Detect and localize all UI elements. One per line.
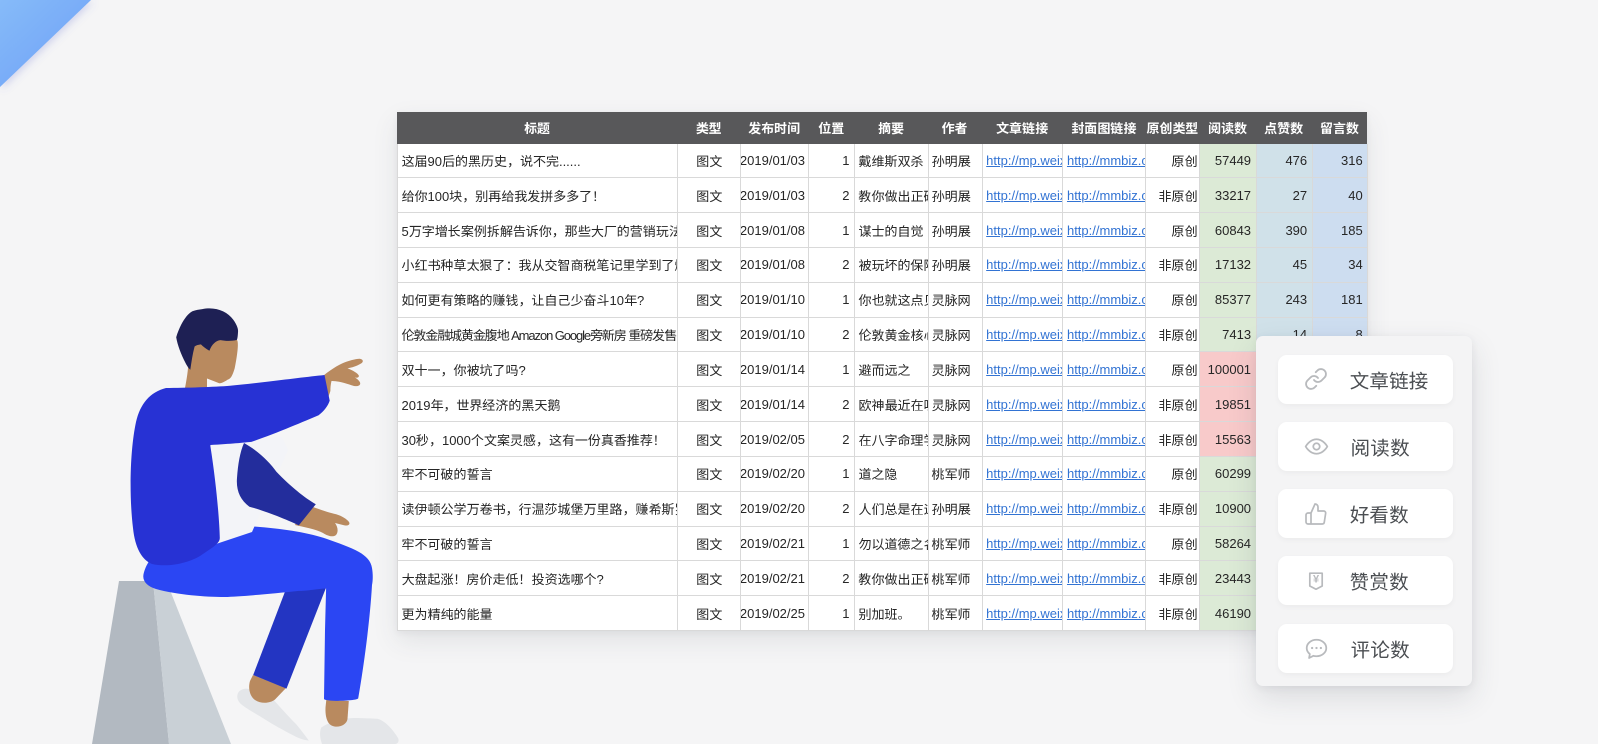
svg-text:¥: ¥ bbox=[1313, 573, 1320, 585]
